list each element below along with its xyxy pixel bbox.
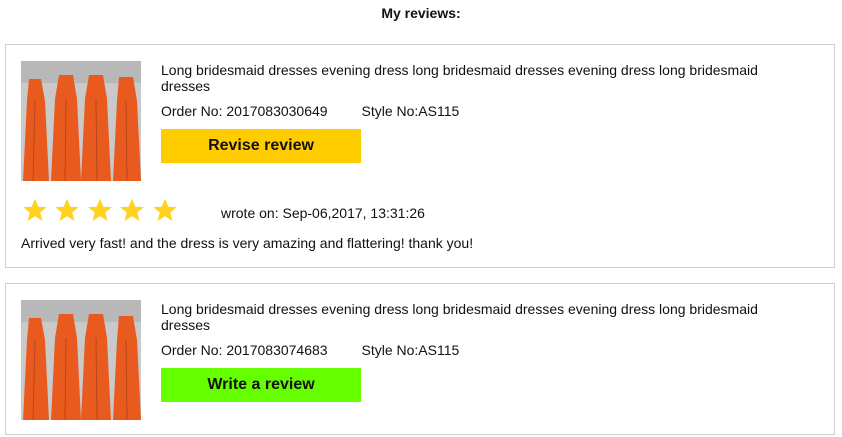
order-label: Order No: — [161, 342, 223, 358]
star-rating — [22, 197, 180, 223]
product-title[interactable]: Long bridesmaid dresses evening dress lo… — [161, 301, 801, 333]
product-thumbnail[interactable] — [21, 300, 141, 420]
review-timestamp: wrote on: Sep-06,2017, 13:31:26 — [221, 205, 425, 221]
order-meta: Order No: 2017083074683 Style No:AS115 — [161, 342, 459, 358]
product-thumbnail[interactable] — [21, 61, 141, 181]
write-review-button[interactable]: Write a review — [161, 368, 361, 402]
revise-review-button[interactable]: Revise review — [161, 129, 361, 163]
review-card: Long bridesmaid dresses evening dress lo… — [5, 283, 835, 435]
order-meta: Order No: 2017083030649 Style No:AS115 — [161, 103, 459, 119]
style-number: AS115 — [418, 103, 460, 119]
order-number: 2017083074683 — [226, 342, 328, 358]
page-title: My reviews: — [381, 5, 461, 21]
order-number: 2017083030649 — [226, 103, 328, 119]
review-comment: Arrived very fast! and the dress is very… — [21, 235, 474, 251]
review-card: Long bridesmaid dresses evening dress lo… — [5, 44, 835, 268]
order-label: Order No: — [161, 103, 223, 119]
product-title[interactable]: Long bridesmaid dresses evening dress lo… — [161, 62, 801, 94]
star-icon — [119, 197, 147, 223]
star-icon — [22, 197, 50, 223]
style-label: Style No: — [361, 342, 419, 358]
star-icon — [54, 197, 82, 223]
style-label: Style No: — [361, 103, 419, 119]
star-icon — [152, 197, 180, 223]
style-number: AS115 — [418, 342, 460, 358]
star-icon — [87, 197, 115, 223]
